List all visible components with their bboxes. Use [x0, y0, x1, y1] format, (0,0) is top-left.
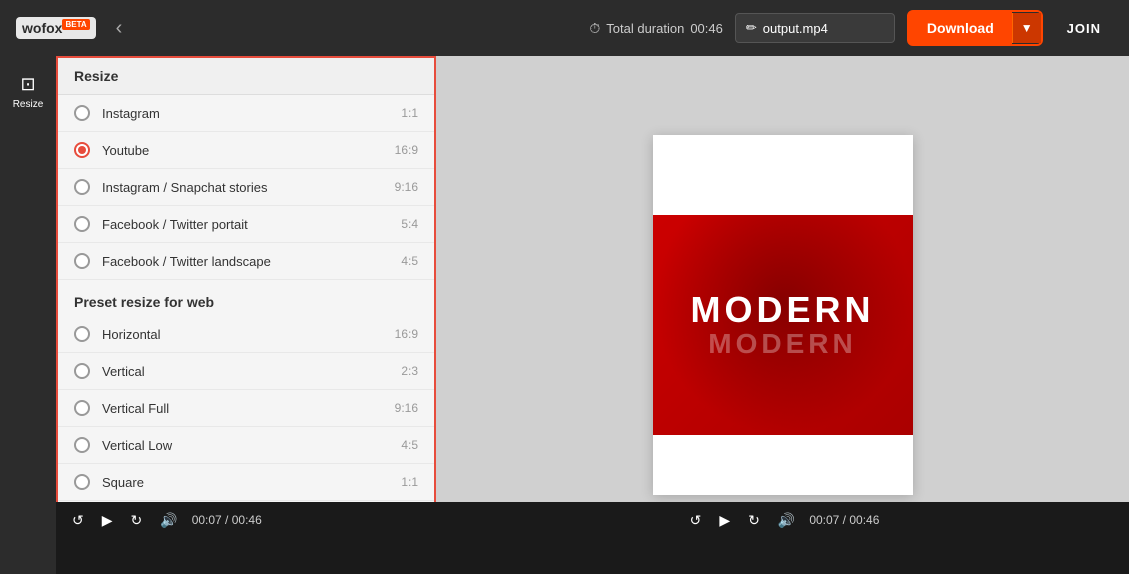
resize-ratio: 4:5	[401, 254, 418, 268]
download-group: Download ▼	[907, 10, 1043, 46]
logo: wofoxBETA	[16, 17, 96, 39]
video-preview: MODERN MODERN	[653, 135, 913, 495]
resize-ratio: 16:9	[395, 143, 418, 157]
time-display: 00:07 / 00:46	[192, 513, 262, 527]
resize-ratio: 1:1	[401, 106, 418, 120]
main-layout: ⊡ Resize Resize Instagram 1:1 Youtube 16…	[0, 56, 1129, 574]
radio-vertical-low[interactable]	[74, 437, 90, 453]
join-button[interactable]: JOIN	[1055, 13, 1113, 44]
resize-ratio: 16:9	[395, 327, 418, 341]
list-item[interactable]: Horizontal 16:9	[58, 316, 434, 353]
clock-icon: ⏱	[589, 20, 600, 37]
list-item[interactable]: Facebook / Twitter portait 5:4	[58, 206, 434, 243]
modern-text-container: MODERN MODERN	[691, 290, 875, 360]
preview-volume-button[interactable]: 🔊	[774, 510, 799, 531]
resize-ratio: 5:4	[401, 217, 418, 231]
resize-ratio: 2:3	[401, 364, 418, 378]
preset-section-title: Preset resize for web	[58, 280, 434, 316]
resize-ratio: 9:16	[395, 180, 418, 194]
filename-container: ✏	[735, 13, 895, 43]
resize-label: Facebook / Twitter portait	[102, 217, 389, 232]
resize-ratio: 9:16	[395, 401, 418, 415]
resize-label: Square	[102, 475, 389, 490]
resize-ratio: 4:5	[401, 438, 418, 452]
preview-time-display: 00:07 / 00:46	[809, 513, 879, 527]
resize-label: Horizontal	[102, 327, 383, 342]
list-item[interactable]: Vertical Full 9:16	[58, 390, 434, 427]
modern-subtitle: MODERN	[691, 329, 875, 360]
download-button[interactable]: Download	[909, 12, 1012, 44]
list-item[interactable]: Instagram / Snapchat stories 9:16	[58, 169, 434, 206]
resize-ratio: 1:1	[401, 475, 418, 489]
logo-text: wofox	[22, 20, 62, 36]
resize-label: Instagram	[102, 106, 389, 121]
resize-label: Vertical Low	[102, 438, 389, 453]
sidebar-item-resize[interactable]: ⊡ Resize	[0, 64, 56, 120]
video-image: MODERN MODERN	[653, 215, 913, 435]
resize-label: Instagram / Snapchat stories	[102, 180, 383, 195]
list-item[interactable]: Vertical 2:3	[58, 353, 434, 390]
sidebar-tools: ⊡ Resize	[0, 56, 56, 574]
list-item[interactable]: Square 1:1	[58, 464, 434, 501]
forward-button[interactable]: ↻	[127, 510, 147, 531]
play-button[interactable]: ▶	[98, 510, 117, 531]
radio-youtube[interactable]	[74, 142, 90, 158]
volume-button[interactable]: 🔊	[156, 510, 181, 531]
left-player-controls: ↺ ▶ ↻ 🔊 00:07 / 00:46	[56, 502, 436, 538]
list-item[interactable]: Youtube 16:9	[58, 132, 434, 169]
video-bottom-white	[653, 435, 913, 495]
radio-facebook-portrait[interactable]	[74, 216, 90, 232]
radio-square[interactable]	[74, 474, 90, 490]
radio-facebook-landscape[interactable]	[74, 253, 90, 269]
duration-label: Total duration	[606, 21, 684, 36]
preview-area: MODERN MODERN	[436, 56, 1129, 574]
radio-horizontal[interactable]	[74, 326, 90, 342]
resize-label: Vertical	[102, 364, 389, 379]
preview-forward-button[interactable]: ↻	[744, 510, 764, 531]
duration-info: ⏱ Total duration 00:46	[589, 20, 723, 37]
bottom-controls	[56, 538, 1129, 574]
list-item[interactable]: Instagram 1:1	[58, 95, 434, 132]
right-player-controls: ↺ ▶ ↻ 🔊 00:07 / 00:46	[436, 502, 1129, 538]
sidebar-item-label: Resize	[13, 99, 44, 110]
resize-icon: ⊡	[20, 74, 35, 95]
resize-label: Vertical Full	[102, 401, 383, 416]
edit-icon: ✏	[746, 20, 757, 36]
resize-panel-title: Resize	[58, 58, 434, 95]
resize-label: Facebook / Twitter landscape	[102, 254, 389, 269]
radio-vertical-full[interactable]	[74, 400, 90, 416]
list-item[interactable]: Vertical Low 4:5	[58, 427, 434, 464]
duration-value: 00:46	[690, 21, 723, 36]
resize-panel: Resize Instagram 1:1 Youtube 16:9 Instag…	[56, 56, 436, 574]
radio-vertical[interactable]	[74, 363, 90, 379]
filename-input[interactable]	[763, 21, 883, 36]
preview-rewind-button[interactable]: ↺	[686, 510, 706, 531]
rewind-button[interactable]: ↺	[68, 510, 88, 531]
radio-instagram[interactable]	[74, 105, 90, 121]
list-item[interactable]: Facebook / Twitter landscape 4:5	[58, 243, 434, 280]
resize-label: Youtube	[102, 143, 383, 158]
header: wofoxBETA ‹ ⏱ Total duration 00:46 ✏ Dow…	[0, 0, 1129, 56]
modern-title: MODERN	[691, 290, 875, 330]
video-overlay: MODERN MODERN	[653, 215, 913, 435]
back-button[interactable]: ‹	[116, 17, 123, 40]
beta-badge: BETA	[62, 19, 89, 30]
logo-wordmark: wofoxBETA	[16, 17, 96, 39]
preview-play-button[interactable]: ▶	[715, 510, 734, 531]
radio-instagram-snapchat[interactable]	[74, 179, 90, 195]
download-dropdown-button[interactable]: ▼	[1012, 13, 1041, 43]
social-resize-list: Instagram 1:1 Youtube 16:9 Instagram / S…	[58, 95, 434, 280]
video-top-white	[653, 135, 913, 215]
